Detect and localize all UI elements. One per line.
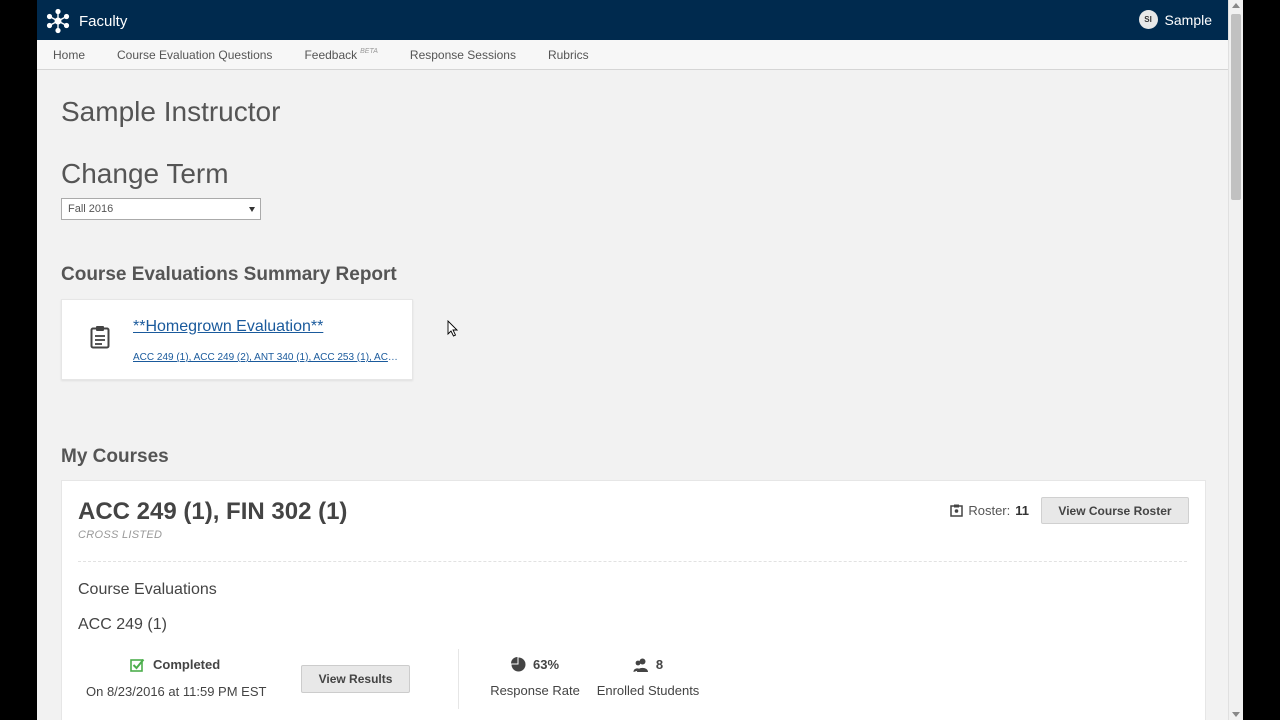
nav-feedback[interactable]: Feedback BETA (304, 48, 377, 62)
app-window: Faculty SI Sample Home Course Evaluation… (37, 0, 1243, 720)
pie-chart-icon (510, 657, 526, 672)
enrolled-students-stat: 8 Enrolled Students (596, 657, 700, 698)
dropdown-arrow-icon (249, 207, 255, 212)
course-name: ACC 249 (1), FIN 302 (1) (78, 498, 348, 525)
cross-listed-tag: CROSS LISTED (78, 529, 163, 541)
app-name: Faculty (79, 12, 128, 30)
response-rate-stat: 63% Response Rate (490, 657, 580, 698)
clipboard-icon (90, 326, 110, 349)
my-courses-heading: My Courses (61, 446, 169, 467)
checkbox-checked-icon (130, 658, 145, 672)
evaluation-link[interactable]: **Homegrown Evaluation** (133, 318, 323, 336)
evaluation-courses-link[interactable]: ACC 249 (1), ACC 249 (2), ANT 340 (1), A… (133, 352, 401, 363)
roster-icon (950, 504, 964, 517)
brand[interactable]: Faculty (45, 8, 127, 34)
nav-rubrics[interactable]: Rubrics (548, 48, 589, 62)
summary-report-card: **Homegrown Evaluation** ACC 249 (1), AC… (61, 299, 413, 380)
term-select-value: Fall 2016 (68, 203, 114, 215)
scroll-thumb[interactable] (1231, 14, 1241, 200)
nav-response-sessions[interactable]: Response Sessions (410, 48, 516, 62)
roster-label: Roster: (968, 503, 1011, 518)
enrolled-value: 8 (655, 657, 664, 672)
status-date: On 8/23/2016 at 11:59 PM EST (86, 684, 267, 699)
summary-report-heading: Course Evaluations Summary Report (61, 264, 397, 285)
course-evaluations-heading: Course Evaluations (78, 581, 217, 598)
faculty-logo-icon (46, 8, 70, 34)
beta-badge: BETA (360, 47, 378, 55)
roster-count: 11 (1015, 503, 1029, 518)
response-rate-value: 63% (532, 657, 560, 672)
page-title: Sample Instructor (61, 96, 281, 127)
main-nav: Home Course Evaluation Questions Feedbac… (37, 40, 1228, 70)
divider (78, 561, 1187, 562)
top-header: Faculty SI Sample (37, 0, 1228, 40)
mouse-cursor-icon (447, 320, 458, 337)
user-name: Sample (1164, 11, 1212, 28)
users-icon (633, 658, 648, 672)
enrolled-label: Enrolled Students (596, 683, 700, 698)
change-term-heading: Change Term (61, 158, 229, 189)
user-menu[interactable]: SI Sample (1138, 10, 1212, 29)
course-card: ACC 249 (1), FIN 302 (1) CROSS LISTED Ro… (61, 480, 1206, 720)
evaluation-course-name: ACC 249 (1) (78, 616, 167, 633)
nav-feedback-label: Feedback (304, 47, 358, 62)
nav-course-evaluation-questions[interactable]: Course Evaluation Questions (117, 48, 272, 62)
scroll-up-arrow-icon[interactable] (1232, 3, 1240, 8)
avatar: SI (1138, 10, 1158, 29)
response-rate-label: Response Rate (490, 683, 580, 698)
vertical-scrollbar[interactable] (1228, 0, 1243, 720)
roster-info: Roster: 11 (950, 503, 1029, 518)
vertical-divider (458, 649, 459, 709)
evaluation-status: Completed (130, 657, 220, 672)
nav-home[interactable]: Home (53, 48, 85, 62)
view-results-button[interactable]: View Results (301, 665, 410, 693)
view-course-roster-button[interactable]: View Course Roster (1041, 497, 1189, 524)
term-select[interactable]: Fall 2016 (61, 198, 261, 220)
scroll-down-arrow-icon[interactable] (1232, 712, 1240, 717)
status-label: Completed (153, 657, 221, 672)
